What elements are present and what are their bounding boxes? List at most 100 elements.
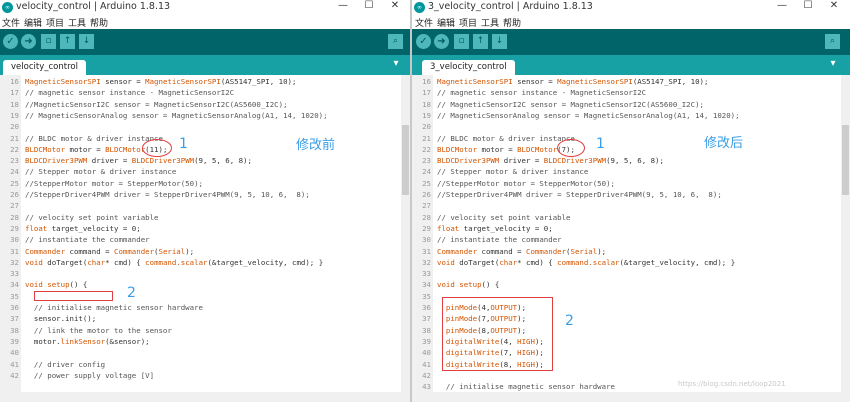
- scrollbar-thumb[interactable]: [402, 125, 409, 195]
- code-line[interactable]: 29 float target_velocity = 0;: [412, 223, 841, 234]
- code-line[interactable]: 16 MagneticSensorSPI sensor = MagneticSen…: [412, 76, 841, 87]
- code-line[interactable]: 24 // Stepper motor & driver instance: [0, 166, 401, 177]
- code-line[interactable]: 18 // MagneticSensorI2C sensor = Magnetic…: [412, 99, 841, 110]
- verify-icon[interactable]: ✓: [3, 34, 18, 49]
- code-text: // power supply voltage [V]: [25, 370, 154, 381]
- vertical-scrollbar[interactable]: [841, 75, 850, 392]
- menu-tools[interactable]: 工具: [481, 16, 499, 29]
- code-line[interactable]: 16 MagneticSensorSPI sensor = MagneticSen…: [0, 76, 401, 87]
- code-line[interactable]: 25 //StepperMotor motor = StepperMotor(50…: [0, 178, 401, 189]
- code-line[interactable]: 27: [0, 200, 401, 211]
- code-line[interactable]: 31 Commander command = Commander(Serial);: [0, 246, 401, 257]
- code-line[interactable]: 23 BLDCDriver3PWM driver = BLDCDriver3PWM…: [412, 155, 841, 166]
- code-line[interactable]: 36 // initialise magnetic sensor hardwar…: [0, 302, 401, 313]
- line-number: 39: [10, 336, 19, 346]
- code-line[interactable]: 32 void doTarget(char* cmd) { command.sca…: [0, 257, 401, 268]
- code-line[interactable]: 26 //StepperDriver4PWM driver = StepperDr…: [0, 189, 401, 200]
- new-sketch-icon[interactable]: ▫: [41, 34, 56, 49]
- horizontal-scrollbar[interactable]: [412, 392, 850, 402]
- code-token: // Stepper motor & driver instance: [437, 167, 589, 177]
- close-button[interactable]: ✕: [382, 0, 408, 13]
- menu-file[interactable]: 文件: [415, 16, 433, 29]
- open-sketch-icon[interactable]: ↑: [473, 34, 488, 49]
- horizontal-scrollbar[interactable]: [0, 392, 410, 402]
- save-sketch-icon[interactable]: ↓: [492, 34, 507, 49]
- code-editor[interactable]: 16 MagneticSensorSPI sensor = MagneticSen…: [0, 75, 401, 392]
- menu-help[interactable]: 帮助: [503, 16, 521, 29]
- code-line[interactable]: 28 // velocity set point variable: [0, 212, 401, 223]
- toolbar: ✓ ➜ ▫ ↑ ↓ ⌕: [0, 29, 410, 55]
- code-line[interactable]: 20: [0, 121, 401, 132]
- upload-icon[interactable]: ➜: [21, 34, 36, 49]
- serial-monitor-icon[interactable]: ⌕: [388, 34, 403, 49]
- code-text: //StepperDriver4PWM driver = StepperDriv…: [437, 189, 722, 200]
- code-line[interactable]: 30 // instantiate the commander: [412, 234, 841, 245]
- code-line[interactable]: 37 sensor.init();: [0, 313, 401, 324]
- code-line[interactable]: 27: [412, 200, 841, 211]
- tab-menu-arrow-icon[interactable]: ▾: [827, 57, 839, 71]
- code-line[interactable]: 17 // magnetic sensor instance - Magnetic…: [412, 87, 841, 98]
- code-text: void doTarget(char* cmd) { command.scala…: [25, 257, 323, 268]
- serial-monitor-icon[interactable]: ⌕: [825, 34, 840, 49]
- code-token: // velocity set point variable: [437, 212, 571, 222]
- code-line[interactable]: 33: [0, 268, 401, 279]
- menu-sketch[interactable]: 项目: [459, 16, 477, 29]
- open-sketch-icon[interactable]: ↑: [60, 34, 75, 49]
- menu-file[interactable]: 文件: [2, 16, 20, 29]
- scrollbar-thumb[interactable]: [842, 125, 849, 195]
- code-line[interactable]: 25 //StepperMotor motor = StepperMotor(50…: [412, 178, 841, 189]
- code-line[interactable]: 21 // BLDC motor & driver instance: [412, 133, 841, 144]
- menu-edit[interactable]: 编辑: [437, 16, 455, 29]
- line-number: 27: [10, 201, 19, 211]
- close-button[interactable]: ✕: [821, 0, 847, 13]
- line-number: 21: [10, 133, 19, 143]
- code-line[interactable]: 29 float target_velocity = 0;: [0, 223, 401, 234]
- code-line[interactable]: 23 BLDCDriver3PWM driver = BLDCDriver3PWM…: [0, 155, 401, 166]
- line-number: 18: [422, 99, 431, 109]
- code-token: // driver config: [25, 359, 106, 369]
- code-line[interactable]: 34 void setup() {: [412, 279, 841, 290]
- code-line[interactable]: 19 // MagneticSensorAnalog sensor = Magne…: [412, 110, 841, 121]
- menu-help[interactable]: 帮助: [90, 16, 108, 29]
- code-line[interactable]: 22 BLDCMotor motor = BLDCMotor(7);: [412, 144, 841, 155]
- code-line[interactable]: 40: [0, 347, 401, 358]
- code-line[interactable]: 18 //MagneticSensorI2C sensor = MagneticS…: [0, 99, 401, 110]
- highlight-ellipse: [557, 139, 585, 157]
- code-line[interactable]: 33: [412, 268, 841, 279]
- annotation-number-2: 2: [127, 285, 136, 301]
- verify-icon[interactable]: ✓: [416, 34, 431, 49]
- code-line[interactable]: 30 // instantiate the commander: [0, 234, 401, 245]
- code-line[interactable]: 22 BLDCMotor motor = BLDCMotor(11);: [0, 144, 401, 155]
- menu-tools[interactable]: 工具: [68, 16, 86, 29]
- code-line[interactable]: 39 motor.linkSensor(&sensor);: [0, 336, 401, 347]
- code-token: // magnetic sensor instance - MagneticSe…: [437, 88, 647, 98]
- code-line[interactable]: 31 Commander command = Commander(Serial);: [412, 246, 841, 257]
- maximize-button[interactable]: ☐: [356, 0, 382, 13]
- code-line[interactable]: 28 // velocity set point variable: [412, 212, 841, 223]
- vertical-scrollbar[interactable]: [401, 75, 410, 392]
- code-line[interactable]: 32 void doTarget(char* cmd) { command.sca…: [412, 257, 841, 268]
- code-text: // velocity set point variable: [25, 212, 159, 223]
- code-line[interactable]: 42 // power supply voltage [V]: [0, 370, 401, 381]
- tab-3-velocity-control[interactable]: 3_velocity_control: [422, 60, 515, 75]
- code-token: () {: [69, 280, 88, 290]
- save-sketch-icon[interactable]: ↓: [79, 34, 94, 49]
- code-line[interactable]: 26 //StepperDriver4PWM driver = StepperDr…: [412, 189, 841, 200]
- minimize-button[interactable]: —: [769, 0, 795, 13]
- maximize-button[interactable]: ☐: [795, 0, 821, 13]
- code-line[interactable]: 20: [412, 121, 841, 132]
- code-line[interactable]: 17 // magnetic sensor instance - Magnetic…: [0, 87, 401, 98]
- tab-velocity-control[interactable]: velocity_control: [3, 60, 86, 75]
- code-line[interactable]: 19 // MagneticSensorAnalog sensor = Magne…: [0, 110, 401, 121]
- tab-menu-arrow-icon[interactable]: ▾: [390, 57, 402, 71]
- menu-sketch[interactable]: 项目: [46, 16, 64, 29]
- new-sketch-icon[interactable]: ▫: [454, 34, 469, 49]
- minimize-button[interactable]: —: [330, 0, 356, 13]
- code-line[interactable]: 34 void setup() {: [0, 279, 401, 290]
- code-line[interactable]: 21 // BLDC motor & driver instance: [0, 133, 401, 144]
- upload-icon[interactable]: ➜: [434, 34, 449, 49]
- code-line[interactable]: 38 // link the motor to the sensor: [0, 325, 401, 336]
- menu-edit[interactable]: 编辑: [24, 16, 42, 29]
- code-line[interactable]: 24 // Stepper motor & driver instance: [412, 166, 841, 177]
- code-line[interactable]: 41 // driver config: [0, 359, 401, 370]
